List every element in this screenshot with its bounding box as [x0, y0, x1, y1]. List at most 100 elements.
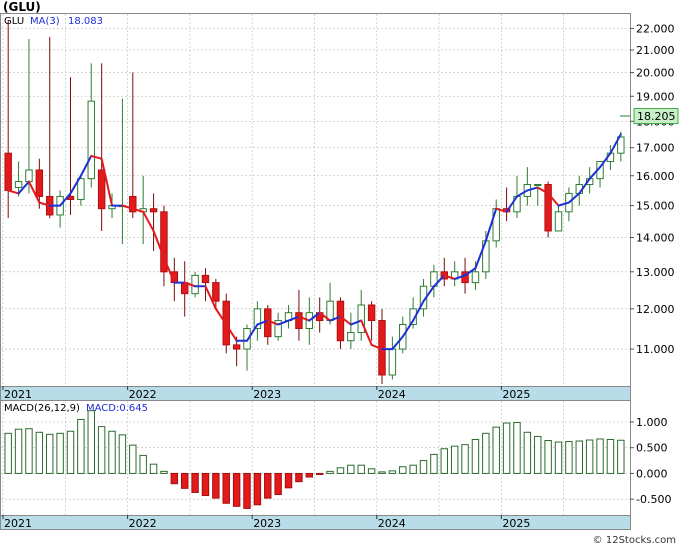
macd-bar-positive [492, 426, 500, 474]
macd-bar-positive [139, 454, 147, 474]
macd-bar-negative [243, 472, 251, 509]
macd-bar-positive [585, 439, 594, 474]
macd-bar-positive [450, 445, 459, 474]
macd-bar-positive [129, 444, 137, 474]
candle-up [77, 178, 85, 200]
candle-up [347, 332, 355, 342]
macd-bar-negative [305, 472, 314, 478]
macd-bar-positive [97, 426, 106, 474]
watermark: © 12Stocks.com [593, 535, 676, 546]
price-y-tick-label: 19.000 [636, 90, 675, 103]
candle-down [97, 169, 106, 210]
macd-bar-positive [46, 433, 54, 474]
macd-bar-positive [575, 440, 583, 474]
price-y-tick-label: 13.000 [636, 266, 675, 279]
candle-up [87, 100, 95, 180]
candle-up [357, 304, 365, 334]
macd-bar-negative [264, 472, 272, 499]
stock-chart: 22.00021.00020.00019.00018.00017.00016.0… [0, 0, 680, 546]
macd-y-tick-label: 0.000 [636, 467, 668, 480]
macd-bar-positive [160, 470, 168, 474]
macd-bar-negative [315, 472, 324, 475]
macd-bar-positive [513, 422, 521, 474]
price-y-tick-label: 20.000 [636, 67, 675, 80]
macd-bar-negative [180, 472, 189, 489]
macd-bar-negative [232, 472, 241, 507]
macd-bar-negative [222, 472, 230, 504]
price-y-tick-label: 11.000 [636, 343, 675, 356]
macd-bar-positive [87, 410, 95, 474]
macd-y-tick-label: -0.500 [636, 493, 671, 506]
macd-bar-positive [419, 460, 428, 474]
macd-bar-positive [66, 430, 75, 474]
macd-bar-positive [534, 435, 542, 474]
macd-bar-positive [56, 432, 64, 474]
macd-bar-positive [4, 432, 12, 474]
candle-up [554, 211, 563, 232]
candle-down [295, 312, 303, 330]
macd-bar-negative [295, 472, 303, 483]
macd-bar-negative [191, 472, 199, 493]
candle-up [14, 181, 23, 188]
candle-down [149, 208, 158, 213]
price-panel [0, 13, 631, 387]
price-y-tick-label: 22.000 [636, 22, 675, 35]
macd-bar-positive [388, 470, 397, 474]
candle-down [212, 282, 220, 302]
macd-bar-positive [617, 439, 625, 474]
candle-down [367, 304, 376, 322]
price-y-tick-label: 12.000 [636, 303, 675, 316]
macd-x-tick-label: 2025 [502, 517, 530, 530]
macd-bar-positive [523, 431, 532, 474]
macd-bar-negative [253, 472, 262, 506]
candle-up [25, 169, 33, 183]
candle-down [336, 300, 345, 342]
macd-bar-positive [596, 438, 604, 474]
macd-bar-negative [170, 472, 179, 485]
macd-bar-positive [461, 444, 469, 474]
price-y-tick-label: 21.000 [636, 44, 675, 57]
candle-down [201, 274, 210, 284]
macd-y-tick-label: 1.000 [636, 416, 668, 429]
last-price-value: 18.205 [637, 110, 676, 123]
macd-bar-positive [326, 470, 334, 474]
price-x-tick-label: 2025 [502, 388, 530, 401]
macd-bar-positive [118, 434, 127, 474]
macd-bar-positive [347, 464, 355, 474]
candle-up [388, 348, 397, 376]
macd-bar-positive [606, 438, 615, 474]
macd-bar-positive [440, 448, 449, 474]
macd-bar-positive [367, 468, 376, 474]
macd-bar-positive [336, 467, 345, 474]
macd-bar-positive [430, 453, 438, 474]
macd-bar-positive [25, 428, 33, 474]
price-x-tick-label: 2024 [378, 388, 406, 401]
price-y-tick-label: 17.000 [636, 142, 675, 155]
macd-bar-positive [108, 430, 116, 474]
chart-title: (GLU) [3, 0, 41, 14]
macd-bar-positive [378, 471, 386, 474]
candle-down [4, 152, 12, 191]
macd-bar-negative [284, 472, 293, 489]
macd-bar-positive [399, 466, 407, 474]
price-x-tick-label: 2023 [253, 388, 281, 401]
macd-bar-positive [471, 438, 480, 474]
macd-label: MACD(26,12,9) [4, 403, 80, 414]
price-y-tick-label: 15.000 [636, 200, 675, 213]
macd-x-tick-label: 2023 [253, 517, 281, 530]
price-y-tick-label: 14.000 [636, 232, 675, 245]
macd-value-label: MACD:0.645 [86, 403, 148, 414]
macd-bar-positive [482, 432, 490, 474]
candle-down [264, 308, 272, 338]
macd-y-tick-label: 0.500 [636, 442, 668, 455]
candle-down [232, 344, 241, 350]
macd-date-band [0, 515, 631, 530]
macd-bar-positive [409, 464, 417, 474]
ma-legend-symbol: GLU [4, 16, 24, 27]
macd-bar-positive [14, 428, 23, 474]
price-y-tick-label: 16.000 [636, 170, 675, 183]
ma-legend-value: 18.083 [68, 16, 103, 27]
macd-bar-positive [544, 440, 552, 474]
macd-x-tick-label: 2021 [4, 517, 32, 530]
price-date-band [0, 386, 631, 401]
